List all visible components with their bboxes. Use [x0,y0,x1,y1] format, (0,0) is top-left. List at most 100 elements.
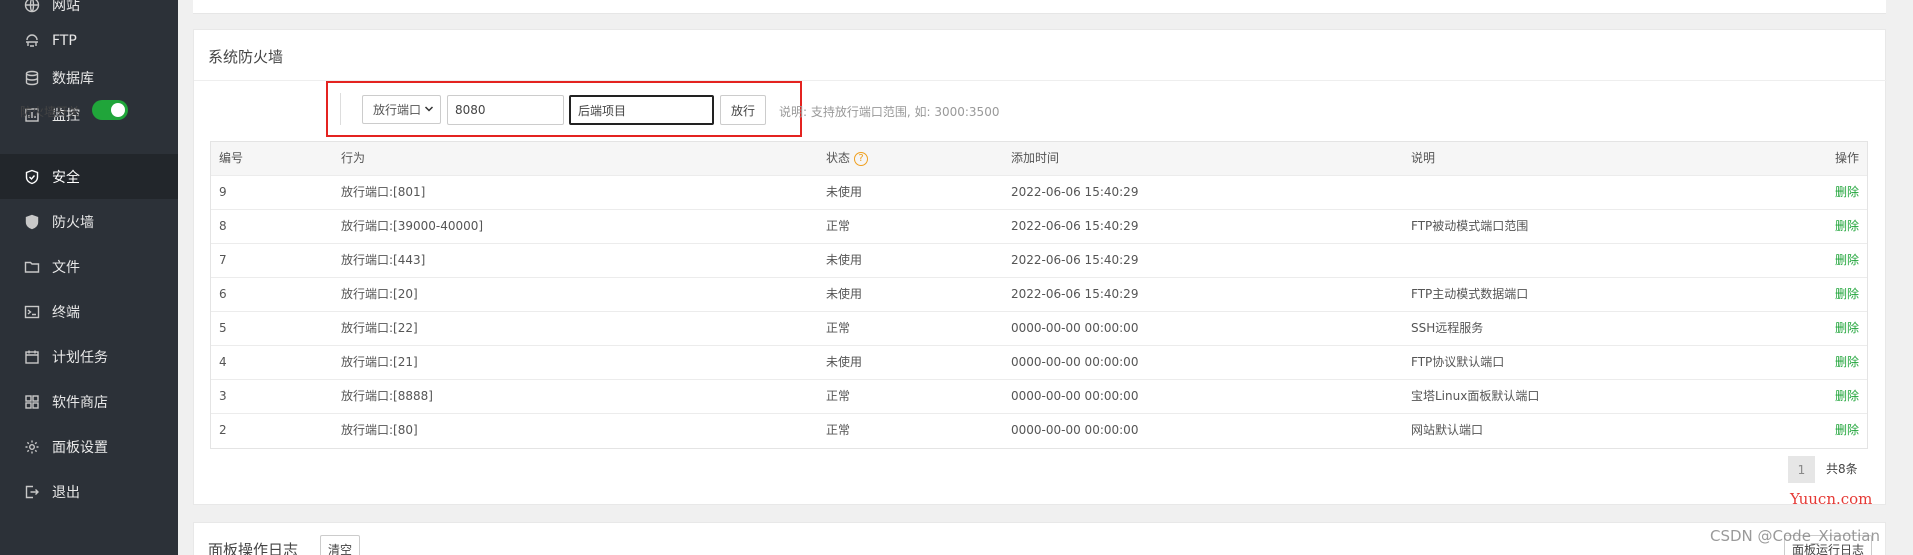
table-row: 7 放行端口:[443] 未使用 2022-06-06 15:40:29 删除 [211,244,1867,278]
firewall-switch[interactable] [92,100,128,120]
table-row: 9 放行端口:[801] 未使用 2022-06-06 15:40:29 删除 [211,176,1867,210]
delete-button[interactable]: 删除 [1835,346,1859,380]
rule-status: 正常 [826,219,851,233]
table-header: 编号 行为 状态? 添加时间 说明 操作 [211,142,1867,176]
panel-log-title: 面板操作日志 [208,541,299,555]
rule-type-select[interactable]: 放行端口 [362,95,441,124]
table-row: 5 放行端口:[22] 正常 0000-00-00 00:00:00 SSH远程… [211,312,1867,346]
sidebar: 网站 FTP 数据库 监控 安全 防火墙 文件 终端 计划任务 软件商店 面板设… [0,0,178,555]
delete-button[interactable]: 删除 [1835,278,1859,312]
sidebar-item-security[interactable]: 安全 [0,154,178,199]
table-row: 6 放行端口:[20] 未使用 2022-06-06 15:40:29 FTP主… [211,278,1867,312]
sidebar-item-label: 数据库 [52,70,94,87]
rule-status: 未使用 [826,253,863,267]
firewall-rules-table: 编号 行为 状态? 添加时间 说明 操作 9 放行端口:[801] 未使用 20… [210,141,1868,449]
rule-description: 宝塔Linux面板默认端口 [1411,389,1540,403]
rule-time: 0000-00-00 00:00:00 [1011,321,1139,335]
column-header-id: 编号 [219,151,244,165]
description-input[interactable]: 后端项目 [569,95,714,125]
pagination-current-page[interactable]: 1 [1788,456,1815,483]
rule-time: 0000-00-00 00:00:00 [1011,355,1139,369]
sidebar-item-firewall[interactable]: 防火墙 [0,199,178,244]
table-row: 4 放行端口:[21] 未使用 0000-00-00 00:00:00 FTP协… [211,346,1867,380]
sidebar-item-label: 安全 [52,169,80,186]
watermark-csdn: CSDN @Code_Xiaotian [1710,527,1880,545]
sidebar-item-label: 计划任务 [52,349,108,366]
help-icon[interactable]: ? [854,151,869,166]
column-header-time: 添加时间 [1011,151,1060,165]
shield-check-icon [24,169,40,185]
sidebar-item-cron[interactable]: 计划任务 [0,334,178,379]
port-input-value: 8080 [455,103,486,117]
logout-icon [24,484,40,500]
rule-action: 放行端口:[80] [341,423,418,437]
delete-button[interactable]: 删除 [1835,312,1859,346]
delete-button[interactable]: 删除 [1835,244,1859,278]
globe-icon [24,0,40,13]
rule-action: 放行端口:[22] [341,321,418,335]
column-header-description: 说明 [1411,151,1436,165]
firewall-title: 系统防火墙 [208,48,284,66]
rule-action: 放行端口:[8888] [341,389,433,403]
rule-description: 网站默认端口 [1411,423,1484,437]
database-icon [24,70,40,86]
calendar-icon [24,349,40,365]
sidebar-item-files[interactable]: 文件 [0,244,178,289]
apps-grid-icon [24,394,40,410]
sidebar-item-label: 防火墙 [52,214,94,231]
delete-button[interactable]: 删除 [1835,176,1859,210]
rule-id: 7 [219,253,227,267]
rule-status: 未使用 [826,185,863,199]
sidebar-item-terminal[interactable]: 终端 [0,289,178,334]
sidebar-item-label: 终端 [52,304,80,321]
column-header-status: 状态? [826,142,869,176]
table-row: 2 放行端口:[80] 正常 0000-00-00 00:00:00 网站默认端… [211,414,1867,448]
description-input-value: 后端项目 [578,103,627,118]
rule-id: 2 [219,423,227,437]
sidebar-item-app-store[interactable]: 软件商店 [0,379,178,424]
firewall-shield-icon [24,214,40,230]
panel-log-card: 面板操作日志 清空 面板运行日志 [193,522,1886,555]
rule-action: 放行端口:[39000-40000] [341,219,484,233]
open-port-button[interactable]: 放行 [720,95,766,125]
rule-time: 0000-00-00 00:00:00 [1011,389,1139,403]
rule-time: 2022-06-06 15:40:29 [1011,219,1139,233]
sidebar-item-label: 文件 [52,259,80,276]
delete-button[interactable]: 删除 [1835,380,1859,414]
firewall-switch-label: 防火墙开关 [20,105,81,119]
rule-description: SSH远程服务 [1411,321,1484,335]
rule-id: 9 [219,185,227,199]
rule-description: FTP主动模式数据端口 [1411,287,1529,301]
divider [340,93,341,125]
sidebar-item-label: 面板设置 [52,439,108,456]
rule-id: 6 [219,287,227,301]
previous-card [193,0,1886,14]
port-input[interactable]: 8080 [447,95,564,125]
rule-id: 3 [219,389,227,403]
sidebar-item-label: 软件商店 [52,394,108,411]
column-header-operation: 操作 [1834,151,1859,165]
folder-icon [24,259,40,275]
column-header-status-label: 状态 [826,151,851,165]
rule-description: FTP协议默认端口 [1411,355,1505,369]
delete-button[interactable]: 删除 [1835,414,1859,448]
rule-type-value: 放行端口 [373,103,422,117]
rule-action: 放行端口:[801] [341,185,426,199]
rule-status: 未使用 [826,355,863,369]
rule-time: 2022-06-06 15:40:29 [1011,287,1139,301]
delete-button[interactable]: 删除 [1835,210,1859,244]
terminal-icon [24,304,40,320]
rule-status: 未使用 [826,287,863,301]
clear-log-button[interactable]: 清空 [320,535,360,555]
rule-id: 8 [219,219,227,233]
chevron-down-icon [424,106,434,112]
pagination-total: 共8条 [1826,462,1858,476]
port-range-hint: 说明: 支持放行端口范围, 如: 3000:3500 [779,105,1000,119]
rule-status: 正常 [826,423,851,437]
rule-time: 2022-06-06 15:40:29 [1011,253,1139,267]
rule-status: 正常 [826,321,851,335]
sidebar-item-label: 网站 [52,0,80,14]
rule-action: 放行端口:[20] [341,287,418,301]
sidebar-item-settings[interactable]: 面板设置 [0,424,178,469]
sidebar-item-logout[interactable]: 退出 [0,469,178,514]
